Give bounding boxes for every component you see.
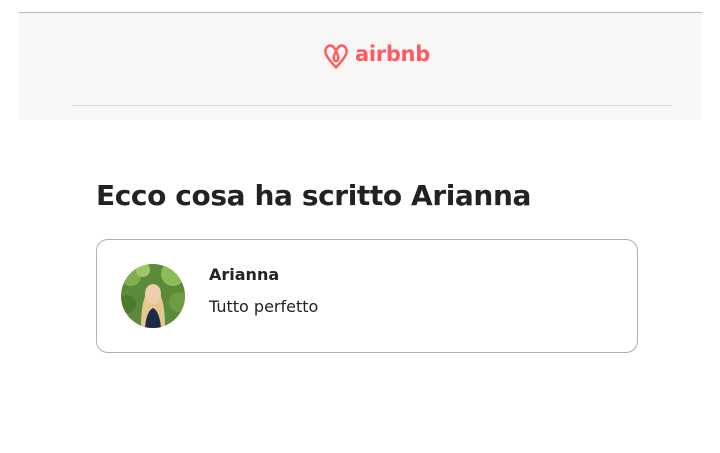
reviewer-avatar[interactable] <box>121 264 185 328</box>
review-text: Tutto perfetto <box>209 297 319 316</box>
airbnb-logo[interactable]: airbnb <box>321 39 430 71</box>
logo-wordmark: airbnb <box>355 41 430 66</box>
page-heading: Ecco cosa ha scritto Arianna <box>96 179 531 212</box>
airbnb-belo-icon <box>321 39 351 71</box>
header-divider <box>72 105 672 106</box>
review-card: Arianna Tutto perfetto <box>96 239 638 353</box>
email-header: airbnb <box>19 12 702 120</box>
reviewer-name: Arianna <box>209 265 280 284</box>
